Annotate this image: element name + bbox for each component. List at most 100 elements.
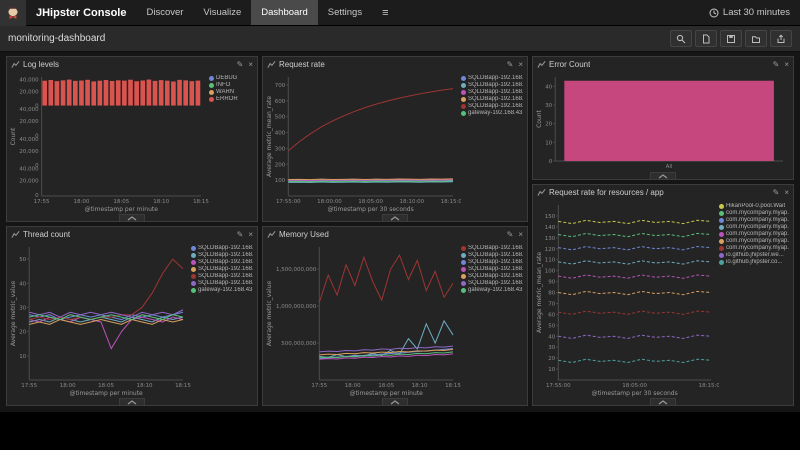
legend-label: com.mycompany.myap... <box>726 210 789 216</box>
menu-icon[interactable]: ≡ <box>372 0 398 25</box>
legend-item[interactable]: SQLDBapp-192.168.4... <box>191 273 253 279</box>
edit-panel-icon[interactable]: ✎ <box>237 231 244 239</box>
new-dashboard-button[interactable] <box>695 30 717 47</box>
search-button[interactable] <box>670 30 692 47</box>
legend-item[interactable]: INFO <box>209 82 253 88</box>
svg-text:40,000: 40,000 <box>19 167 39 173</box>
svg-text:500,000,000: 500,000,000 <box>281 341 316 347</box>
legend-item[interactable]: SQLDBapp-192.168.4... <box>461 245 523 251</box>
panel-footer <box>263 397 527 405</box>
legend-item[interactable]: WARN <box>209 89 253 95</box>
legend-label: com.mycompany.myap... <box>726 245 789 251</box>
remove-panel-icon[interactable]: × <box>784 61 789 69</box>
svg-text:Average metric_value: Average metric_value <box>266 281 273 347</box>
time-range-label: Last 30 minutes <box>723 7 790 18</box>
legend-color-dot <box>461 246 466 251</box>
nav-settings[interactable]: Settings <box>318 0 372 25</box>
collapse-panel-button[interactable] <box>382 398 408 405</box>
chart-legend: SQLDBapp-192.168.4...SQLDBapp-192.168.4.… <box>191 242 255 397</box>
remove-panel-icon[interactable]: × <box>518 231 523 239</box>
visualization-icon <box>537 188 546 197</box>
resources-rate-chart[interactable]: 10203040506070809010011012013014015017:5… <box>535 200 719 397</box>
collapse-panel-button[interactable] <box>650 172 676 179</box>
legend-item[interactable]: DEBUG <box>209 75 253 81</box>
remove-panel-icon[interactable]: × <box>518 61 523 69</box>
log-levels-chart[interactable]: 40,00020,000040,00020,000040,00020,00004… <box>9 72 209 213</box>
legend-item[interactable]: SQLDBapp-192.168.4... <box>461 103 523 109</box>
panel-thread-count: Thread count ✎ × 102030405017:5518:0018:… <box>6 226 258 406</box>
svg-text:18:10: 18:10 <box>137 383 153 389</box>
legend-label: SQLDBapp-192.168.4... <box>198 259 253 265</box>
remove-panel-icon[interactable]: × <box>248 61 253 69</box>
legend-item[interactable]: SQLDBapp-192.168.4... <box>461 75 523 81</box>
legend-item[interactable]: com.mycompany.myap... <box>719 217 789 223</box>
legend-color-dot <box>209 90 214 95</box>
edit-panel-icon[interactable]: ✎ <box>237 61 244 69</box>
legend-color-dot <box>191 288 196 293</box>
legend-item[interactable]: io.github.jhipster.co... <box>719 259 789 265</box>
legend-item[interactable]: SQLDBapp-192.168.4... <box>191 266 253 272</box>
svg-text:20,000: 20,000 <box>19 149 39 155</box>
nav-discover[interactable]: Discover <box>136 0 193 25</box>
legend-label: ERROR <box>216 96 238 102</box>
legend-item[interactable]: ERROR <box>209 96 253 102</box>
request-rate-chart[interactable]: 10020030040050060070017:55:0018:00:0018:… <box>265 72 461 213</box>
legend-item[interactable]: com.mycompany.myap... <box>719 210 789 216</box>
svg-text:100: 100 <box>545 269 556 275</box>
memory-used-chart[interactable]: 500,000,0001,000,000,0001,500,000,00017:… <box>265 242 461 397</box>
legend-item[interactable]: SQLDBapp-192.168.4... <box>191 252 253 258</box>
share-button[interactable] <box>770 30 792 47</box>
error-count-chart[interactable]: 010203040AllCount <box>535 72 791 171</box>
collapse-panel-button[interactable] <box>119 214 145 221</box>
legend-item[interactable]: io.github.jhipster.we... <box>719 252 789 258</box>
svg-text:70: 70 <box>548 301 555 307</box>
svg-text:0: 0 <box>35 193 39 199</box>
panel-footer <box>7 397 257 405</box>
legend-item[interactable]: gateway-192.168.43.8... <box>461 287 523 293</box>
collapse-panel-button[interactable] <box>119 398 145 405</box>
collapse-panel-button[interactable] <box>650 398 676 405</box>
legend-item[interactable]: SQLDBapp-192.168.4... <box>461 266 523 272</box>
panel-title: Log levels <box>23 60 59 69</box>
legend-item[interactable]: com.mycompany.myap... <box>719 245 789 251</box>
svg-text:@timestamp per minute: @timestamp per minute <box>69 390 143 397</box>
time-picker-button[interactable]: Last 30 minutes <box>699 0 800 25</box>
legend-color-dot <box>461 253 466 258</box>
edit-panel-icon[interactable]: ✎ <box>773 189 780 197</box>
legend-color-dot <box>461 76 466 81</box>
load-button[interactable] <box>745 30 767 47</box>
edit-panel-icon[interactable]: ✎ <box>507 231 514 239</box>
legend-item[interactable]: com.mycompany.myap... <box>719 224 789 230</box>
legend-item[interactable]: com.mycompany.myap... <box>719 231 789 237</box>
legend-item[interactable]: SQLDBapp-192.168.4... <box>191 280 253 286</box>
svg-text:50: 50 <box>19 257 26 263</box>
legend-item[interactable]: SQLDBapp-192.168.4... <box>461 252 523 258</box>
edit-panel-icon[interactable]: ✎ <box>507 61 514 69</box>
remove-panel-icon[interactable]: × <box>784 189 789 197</box>
nav-visualize[interactable]: Visualize <box>193 0 251 25</box>
nav-dashboard[interactable]: Dashboard <box>251 0 317 25</box>
legend-item[interactable]: SQLDBapp-192.168.4... <box>191 259 253 265</box>
legend-label: com.mycompany.myap... <box>726 231 789 237</box>
thread-count-chart[interactable]: 102030405017:5518:0018:0518:1018:15Avera… <box>9 242 191 397</box>
legend-item[interactable]: SQLDBapp-192.168.4... <box>461 96 523 102</box>
legend-item[interactable]: SQLDBapp-192.168.4... <box>461 280 523 286</box>
save-button[interactable] <box>720 30 742 47</box>
svg-text:40,000: 40,000 <box>19 107 39 113</box>
svg-text:400: 400 <box>275 131 286 137</box>
legend-item[interactable]: SQLDBapp-192.168.4... <box>461 82 523 88</box>
legend-item[interactable]: SQLDBapp-192.168.4... <box>461 273 523 279</box>
legend-item[interactable]: gateway-192.168.43.8... <box>461 110 523 116</box>
svg-text:@timestamp per 30 seconds: @timestamp per 30 seconds <box>328 206 414 213</box>
legend-item[interactable]: SQLDBapp-192.168.4... <box>461 89 523 95</box>
edit-panel-icon[interactable]: ✎ <box>773 61 780 69</box>
legend-item[interactable]: com.mycompany.myap... <box>719 238 789 244</box>
remove-panel-icon[interactable]: × <box>248 231 253 239</box>
legend-item[interactable]: HikariPool-0.pool.Wait <box>719 203 789 209</box>
svg-text:Average metric_mean_rate: Average metric_mean_rate <box>266 96 273 177</box>
jhipster-logo[interactable] <box>0 0 26 26</box>
legend-item[interactable]: SQLDBapp-192.168.4... <box>191 245 253 251</box>
collapse-panel-button[interactable] <box>382 214 408 221</box>
legend-item[interactable]: SQLDBapp-192.168.4... <box>461 259 523 265</box>
legend-item[interactable]: gateway-192.168.43.8... <box>191 287 253 293</box>
